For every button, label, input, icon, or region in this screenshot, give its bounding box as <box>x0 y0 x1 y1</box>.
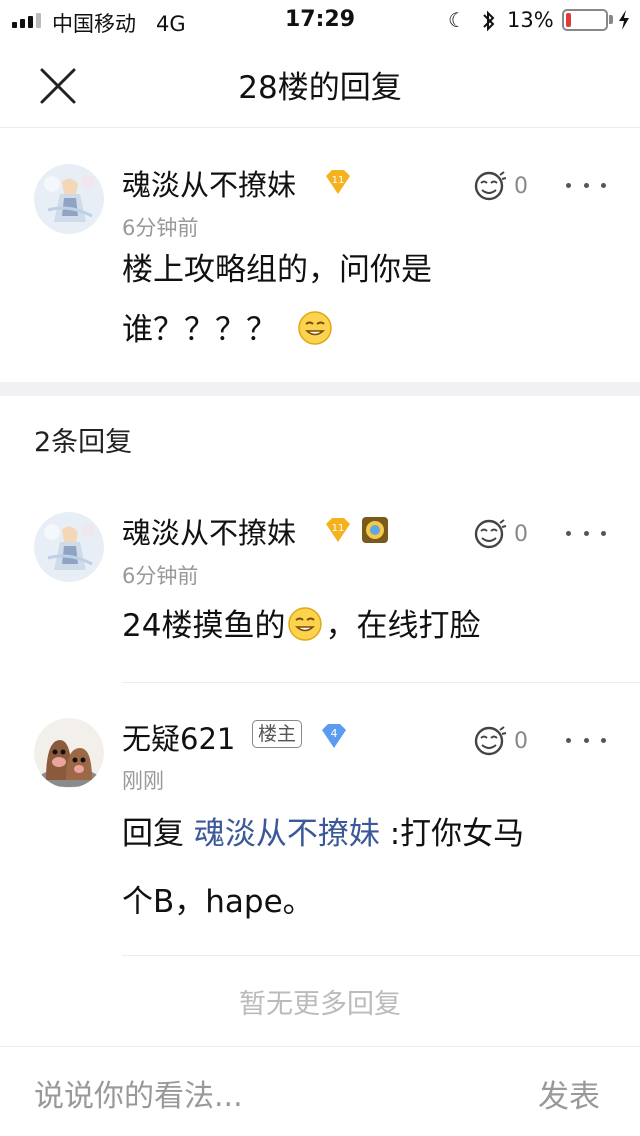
like-button[interactable]: 0 <box>472 166 552 206</box>
level-badge-icon: 11 <box>326 518 350 542</box>
no-more-replies: 暂无更多回复 <box>239 989 401 1020</box>
more-options-icon[interactable] <box>566 725 606 755</box>
like-count: 0 <box>514 173 528 199</box>
comment-input[interactable]: 说说你的看法... <box>34 1071 243 1115</box>
nav-header: 28楼的回复 <box>0 40 640 128</box>
level-number: 11 <box>332 175 345 186</box>
moon-icon: ☾ <box>448 8 466 32</box>
page-title: 28楼的回复 <box>238 70 402 106</box>
more-options-icon[interactable] <box>566 170 606 200</box>
like-icon <box>474 171 507 201</box>
reply-text-part: :打你女马 <box>379 816 525 852</box>
post-text-line: 谁？？？？ <box>122 312 277 348</box>
status-bar: 中国移动 4G 17:29 ☾ 13% <box>0 0 640 40</box>
emoji-icon <box>288 607 323 641</box>
more-options-icon[interactable] <box>566 518 606 548</box>
owner-badge: 楼主 <box>252 720 303 748</box>
avatar[interactable] <box>34 718 104 788</box>
reply-text-part: ，在线打脸 <box>325 608 481 644</box>
level-badge-icon: 11 <box>326 170 350 194</box>
post-text-line: 楼上攻略组的，问你是 <box>122 252 432 288</box>
medal-icon <box>362 517 388 543</box>
reply-separator <box>122 955 640 956</box>
avatar[interactable] <box>34 512 104 582</box>
like-icon <box>474 519 507 549</box>
level-badge-icon: 4 <box>322 724 346 748</box>
section-divider <box>0 382 640 396</box>
reply-time: 刚刚 <box>122 769 164 793</box>
comment-composer: 说说你的看法... 发表 <box>0 1046 640 1136</box>
avatar[interactable] <box>34 164 104 234</box>
reply-text: 回复 魂淡从不撩妹 :打你女马 个B，hape。 <box>122 800 612 936</box>
send-button[interactable]: 发表 <box>538 1071 600 1116</box>
level-number: 11 <box>332 523 345 534</box>
username[interactable]: 魂淡从不撩妹 <box>122 162 296 204</box>
charging-icon <box>619 10 629 30</box>
reply-text-part: 个B，hape。 <box>122 884 314 920</box>
like-icon <box>474 726 507 756</box>
username[interactable]: 魂淡从不撩妹 <box>122 510 296 552</box>
post-text: 楼上攻略组的，问你是 谁？？？？ <box>122 240 602 360</box>
reply-separator <box>122 682 640 683</box>
reply-text-part: 24楼摸鱼的 <box>122 608 286 644</box>
like-button[interactable]: 0 <box>472 721 552 761</box>
battery-tip <box>609 15 613 24</box>
battery-icon <box>562 9 608 31</box>
emoji-icon <box>298 311 332 345</box>
reply-text: 24楼摸鱼的 ，在线打脸 <box>122 596 602 656</box>
reply-prefix: 回复 <box>122 816 194 852</box>
username[interactable]: 无疑621 <box>122 716 235 758</box>
like-button[interactable]: 0 <box>472 514 552 554</box>
level-number: 4 <box>331 727 338 740</box>
bluetooth-icon <box>483 10 495 32</box>
like-count: 0 <box>514 521 528 547</box>
post-time: 6分钟前 <box>122 216 199 240</box>
battery-percent: 13% <box>507 8 554 32</box>
like-count: 0 <box>514 728 528 754</box>
replies-count-title: 2条回复 <box>34 427 133 458</box>
reply-time: 6分钟前 <box>122 564 199 588</box>
mention-link[interactable]: 魂淡从不撩妹 <box>194 816 380 852</box>
